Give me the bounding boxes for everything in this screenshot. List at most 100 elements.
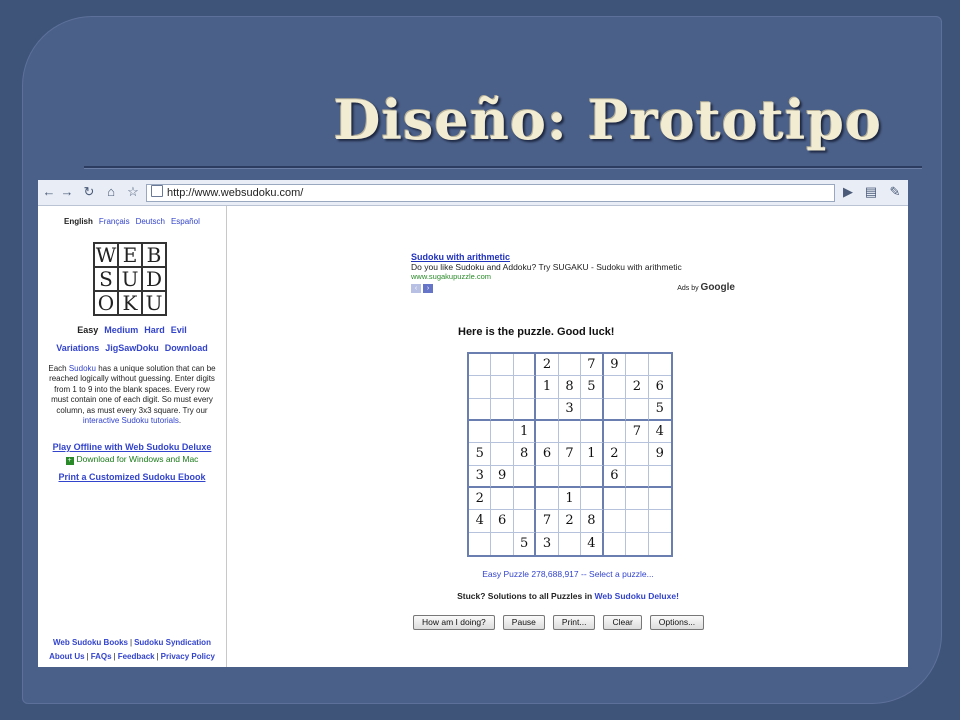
sudoku-cell[interactable] xyxy=(491,488,514,511)
sudoku-cell[interactable] xyxy=(626,510,649,533)
link-jigsawdoku[interactable]: JigSawDoku xyxy=(105,343,159,353)
how-am-i-doing-button[interactable]: How am I doing? xyxy=(413,615,495,630)
play-offline-link[interactable]: Play Offline with Web Sudoku Deluxe xyxy=(38,442,226,452)
options-button[interactable]: Options... xyxy=(649,615,705,630)
page-menu-icon[interactable]: ▤ xyxy=(862,183,880,201)
sudoku-cell[interactable]: 3 xyxy=(469,465,492,488)
sudoku-cell[interactable] xyxy=(536,398,559,421)
sudoku-cell[interactable] xyxy=(648,510,671,533)
sudoku-cell[interactable]: 4 xyxy=(581,532,604,555)
sudoku-cell[interactable]: 3 xyxy=(536,532,559,555)
level-easy[interactable]: Easy xyxy=(77,325,98,335)
link-download[interactable]: Download xyxy=(165,343,208,353)
favorite-icon[interactable]: ☆ xyxy=(124,183,142,201)
sudoku-cell[interactable]: 2 xyxy=(626,376,649,399)
sudoku-cell[interactable]: 8 xyxy=(581,510,604,533)
link-about[interactable]: About Us xyxy=(49,652,85,661)
tutorials-link[interactable]: interactive Sudoku tutorials xyxy=(83,416,179,425)
sudoku-cell[interactable] xyxy=(469,376,492,399)
sudoku-cell[interactable] xyxy=(513,465,537,488)
play-icon[interactable]: ▶ xyxy=(839,183,857,201)
reload-icon[interactable]: ↻ xyxy=(80,183,98,201)
level-hard[interactable]: Hard xyxy=(144,325,165,335)
sudoku-cell[interactable] xyxy=(603,421,627,444)
forward-icon[interactable]: → xyxy=(58,183,76,201)
sudoku-cell[interactable] xyxy=(626,398,649,421)
sudoku-cell[interactable] xyxy=(491,421,514,444)
sudoku-cell[interactable] xyxy=(626,354,649,377)
ads-by-google[interactable]: Ads by Google xyxy=(677,282,735,293)
sudoku-cell[interactable] xyxy=(581,488,604,511)
sudoku-cell[interactable] xyxy=(536,488,559,511)
sudoku-cell[interactable] xyxy=(491,443,514,466)
sudoku-cell[interactable]: 9 xyxy=(648,443,671,466)
sudoku-cell[interactable] xyxy=(603,398,627,421)
sudoku-cell[interactable] xyxy=(603,376,627,399)
sudoku-cell[interactable]: 3 xyxy=(558,398,582,421)
sudoku-cell[interactable]: 7 xyxy=(581,354,604,377)
sudoku-cell[interactable] xyxy=(581,465,604,488)
sudoku-cell[interactable]: 6 xyxy=(648,376,671,399)
sudoku-cell[interactable] xyxy=(469,398,492,421)
sudoku-cell[interactable] xyxy=(649,533,671,555)
sudoku-cell[interactable] xyxy=(558,354,582,377)
sudoku-cell[interactable]: 9 xyxy=(491,465,514,488)
sudoku-cell[interactable] xyxy=(513,398,537,421)
sudoku-cell[interactable]: 7 xyxy=(558,443,582,466)
sudoku-cell[interactable] xyxy=(604,532,627,555)
sudoku-cell[interactable] xyxy=(581,421,604,444)
sudoku-cell[interactable]: 4 xyxy=(648,421,671,444)
sudoku-cell[interactable] xyxy=(626,465,649,488)
sudoku-cell[interactable] xyxy=(513,354,537,377)
sudoku-cell[interactable] xyxy=(491,376,514,399)
link-syndication[interactable]: Sudoku Syndication xyxy=(134,638,211,647)
ad-url-link[interactable]: www.sugakupuzzle.com xyxy=(411,272,735,281)
sudoku-cell[interactable] xyxy=(648,488,671,511)
sudoku-cell[interactable]: 1 xyxy=(513,421,537,444)
sudoku-cell[interactable]: 5 xyxy=(581,376,604,399)
sudoku-cell[interactable]: 6 xyxy=(491,510,514,533)
sudoku-cell[interactable] xyxy=(491,354,514,377)
address-bar[interactable]: http://www.websudoku.com/ xyxy=(146,184,835,202)
sudoku-cell[interactable]: 5 xyxy=(514,532,537,555)
sudoku-cell[interactable] xyxy=(469,532,492,555)
back-icon[interactable]: ← xyxy=(40,183,58,201)
sudoku-cell[interactable]: 2 xyxy=(536,354,559,377)
link-feedback[interactable]: Feedback xyxy=(118,652,155,661)
sudoku-cell[interactable]: 1 xyxy=(558,488,582,511)
ebook-link[interactable]: Print a Customized Sudoku Ebook xyxy=(38,472,226,482)
sudoku-cell[interactable]: 6 xyxy=(603,465,627,488)
sudoku-cell[interactable]: 5 xyxy=(469,443,492,466)
sudoku-cell[interactable]: 5 xyxy=(648,399,671,421)
lang-deutsch[interactable]: Deutsch xyxy=(136,217,165,226)
sudoku-cell[interactable]: 8 xyxy=(513,443,537,466)
puzzle-caption-link[interactable]: Easy Puzzle 278,688,917 -- Select a puzz… xyxy=(38,569,908,579)
sudoku-cell[interactable]: 7 xyxy=(626,421,649,444)
sudoku-cell[interactable] xyxy=(558,465,582,488)
sudoku-cell[interactable] xyxy=(648,354,671,377)
sudoku-cell[interactable]: 1 xyxy=(581,443,604,466)
level-evil[interactable]: Evil xyxy=(171,325,187,335)
sudoku-cell[interactable] xyxy=(491,532,514,555)
home-icon[interactable]: ⌂ xyxy=(102,183,120,201)
sudoku-cell[interactable] xyxy=(648,466,671,488)
sudoku-cell[interactable]: 6 xyxy=(536,443,559,466)
sudoku-cell[interactable] xyxy=(558,421,582,444)
link-faqs[interactable]: FAQs xyxy=(91,652,112,661)
sudoku-link[interactable]: Sudoku xyxy=(69,364,96,373)
download-link[interactable]: + Download for Windows and Mac xyxy=(38,454,226,465)
sudoku-cell[interactable] xyxy=(626,443,649,466)
sudoku-cell[interactable]: 7 xyxy=(536,510,559,533)
print-button[interactable]: Print... xyxy=(552,615,596,630)
sudoku-cell[interactable]: 8 xyxy=(558,376,582,399)
sudoku-cell[interactable] xyxy=(513,510,537,533)
lang-espanol[interactable]: Español xyxy=(171,217,200,226)
ad-next-button[interactable]: › xyxy=(423,284,433,293)
lang-francais[interactable]: Français xyxy=(99,217,130,226)
sudoku-cell[interactable] xyxy=(536,465,559,488)
sudoku-cell[interactable]: 1 xyxy=(536,376,559,399)
sudoku-cell[interactable] xyxy=(469,421,492,444)
sudoku-cell[interactable]: 4 xyxy=(469,510,492,533)
ad-title-link[interactable]: Sudoku with arithmetic xyxy=(411,252,735,262)
clear-button[interactable]: Clear xyxy=(603,615,642,630)
